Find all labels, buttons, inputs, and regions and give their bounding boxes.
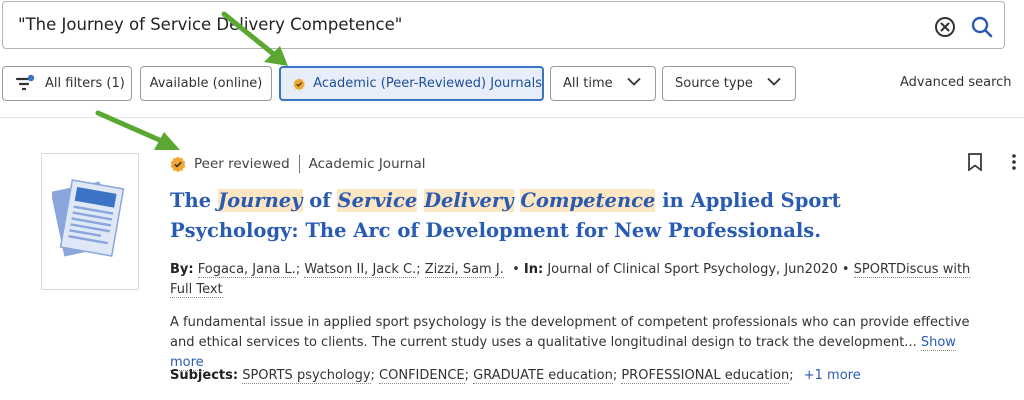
subjects-label: Subjects: xyxy=(170,368,239,383)
title-highlight: Service xyxy=(337,189,418,212)
title-highlight: Journey xyxy=(217,189,303,212)
meta-separator xyxy=(298,155,300,173)
all-filters-button[interactable]: All filters (1) xyxy=(2,66,132,101)
peer-reviewed-badge-icon xyxy=(170,156,186,172)
in-label: In: xyxy=(523,262,544,277)
result-byline: By: Fogaca, Jana L.; Watson II, Jack C.;… xyxy=(170,262,971,298)
abstract-text: A fundamental issue in applied sport psy… xyxy=(170,315,970,350)
subject-link[interactable]: GRADUATE education xyxy=(473,368,613,384)
annotation-arrow xyxy=(221,11,288,66)
chevron-down-icon xyxy=(767,77,781,86)
result-thumbnail[interactable] xyxy=(41,153,139,290)
by-label: By: xyxy=(170,262,194,277)
academic-journals-chip[interactable]: Academic (Peer-Reviewed) Journals xyxy=(279,66,544,101)
source-type-dropdown[interactable]: Source type xyxy=(662,66,796,101)
result-subjects: Subjects: SPORTS psychology; CONFIDENCE;… xyxy=(170,368,861,384)
search-icon[interactable] xyxy=(970,15,994,39)
document-icon xyxy=(52,179,125,257)
filter-icon xyxy=(15,74,35,90)
source-type-label: Source type xyxy=(675,76,753,91)
available-online-label: Available (online) xyxy=(149,76,263,91)
close-circle-icon[interactable] xyxy=(934,16,956,38)
search-input[interactable]: "The Journey of Service Delivery Compete… xyxy=(18,15,402,34)
subject-link[interactable]: PROFESSIONAL education xyxy=(621,368,790,384)
more-subjects-link[interactable]: +1 more xyxy=(804,368,861,383)
title-highlight: Delivery xyxy=(424,189,514,212)
bookmark-icon[interactable] xyxy=(967,153,983,171)
time-filter-label: All time xyxy=(563,76,613,91)
search-bar[interactable]: "The Journey of Service Delivery Compete… xyxy=(2,1,1005,49)
author-link[interactable]: Fogaca, Jana L. xyxy=(197,262,296,278)
doc-type-label: Academic Journal xyxy=(308,156,426,172)
advanced-search-link[interactable]: Advanced search xyxy=(900,75,1012,90)
subject-link[interactable]: CONFIDENCE xyxy=(379,368,465,384)
result-abstract: A fundamental issue in applied sport psy… xyxy=(170,313,970,373)
result-title-link[interactable]: The Journey of Service Delivery Competen… xyxy=(170,186,960,246)
author-link[interactable]: Zizzi, Sam J. xyxy=(424,262,504,278)
peer-reviewed-label: Peer reviewed xyxy=(194,156,290,172)
title-highlight: Competence xyxy=(520,189,656,212)
all-filters-label: All filters (1) xyxy=(45,76,125,91)
subject-link[interactable]: SPORTS psychology xyxy=(242,368,371,384)
source-text: Journal of Clinical Sport Psychology, Ju… xyxy=(547,262,838,277)
annotation-arrow xyxy=(95,110,180,150)
author-link[interactable]: Watson II, Jack C. xyxy=(304,262,417,278)
chevron-down-icon xyxy=(627,77,641,86)
more-vertical-icon[interactable] xyxy=(1010,153,1018,171)
peer-reviewed-badge-icon xyxy=(293,77,305,90)
title-text: of xyxy=(302,189,338,212)
result-meta: Peer reviewed Academic Journal xyxy=(170,155,426,173)
time-filter-dropdown[interactable]: All time xyxy=(550,66,656,101)
academic-journals-label: Academic (Peer-Reviewed) Journals xyxy=(313,76,542,91)
title-text: The xyxy=(170,189,218,212)
